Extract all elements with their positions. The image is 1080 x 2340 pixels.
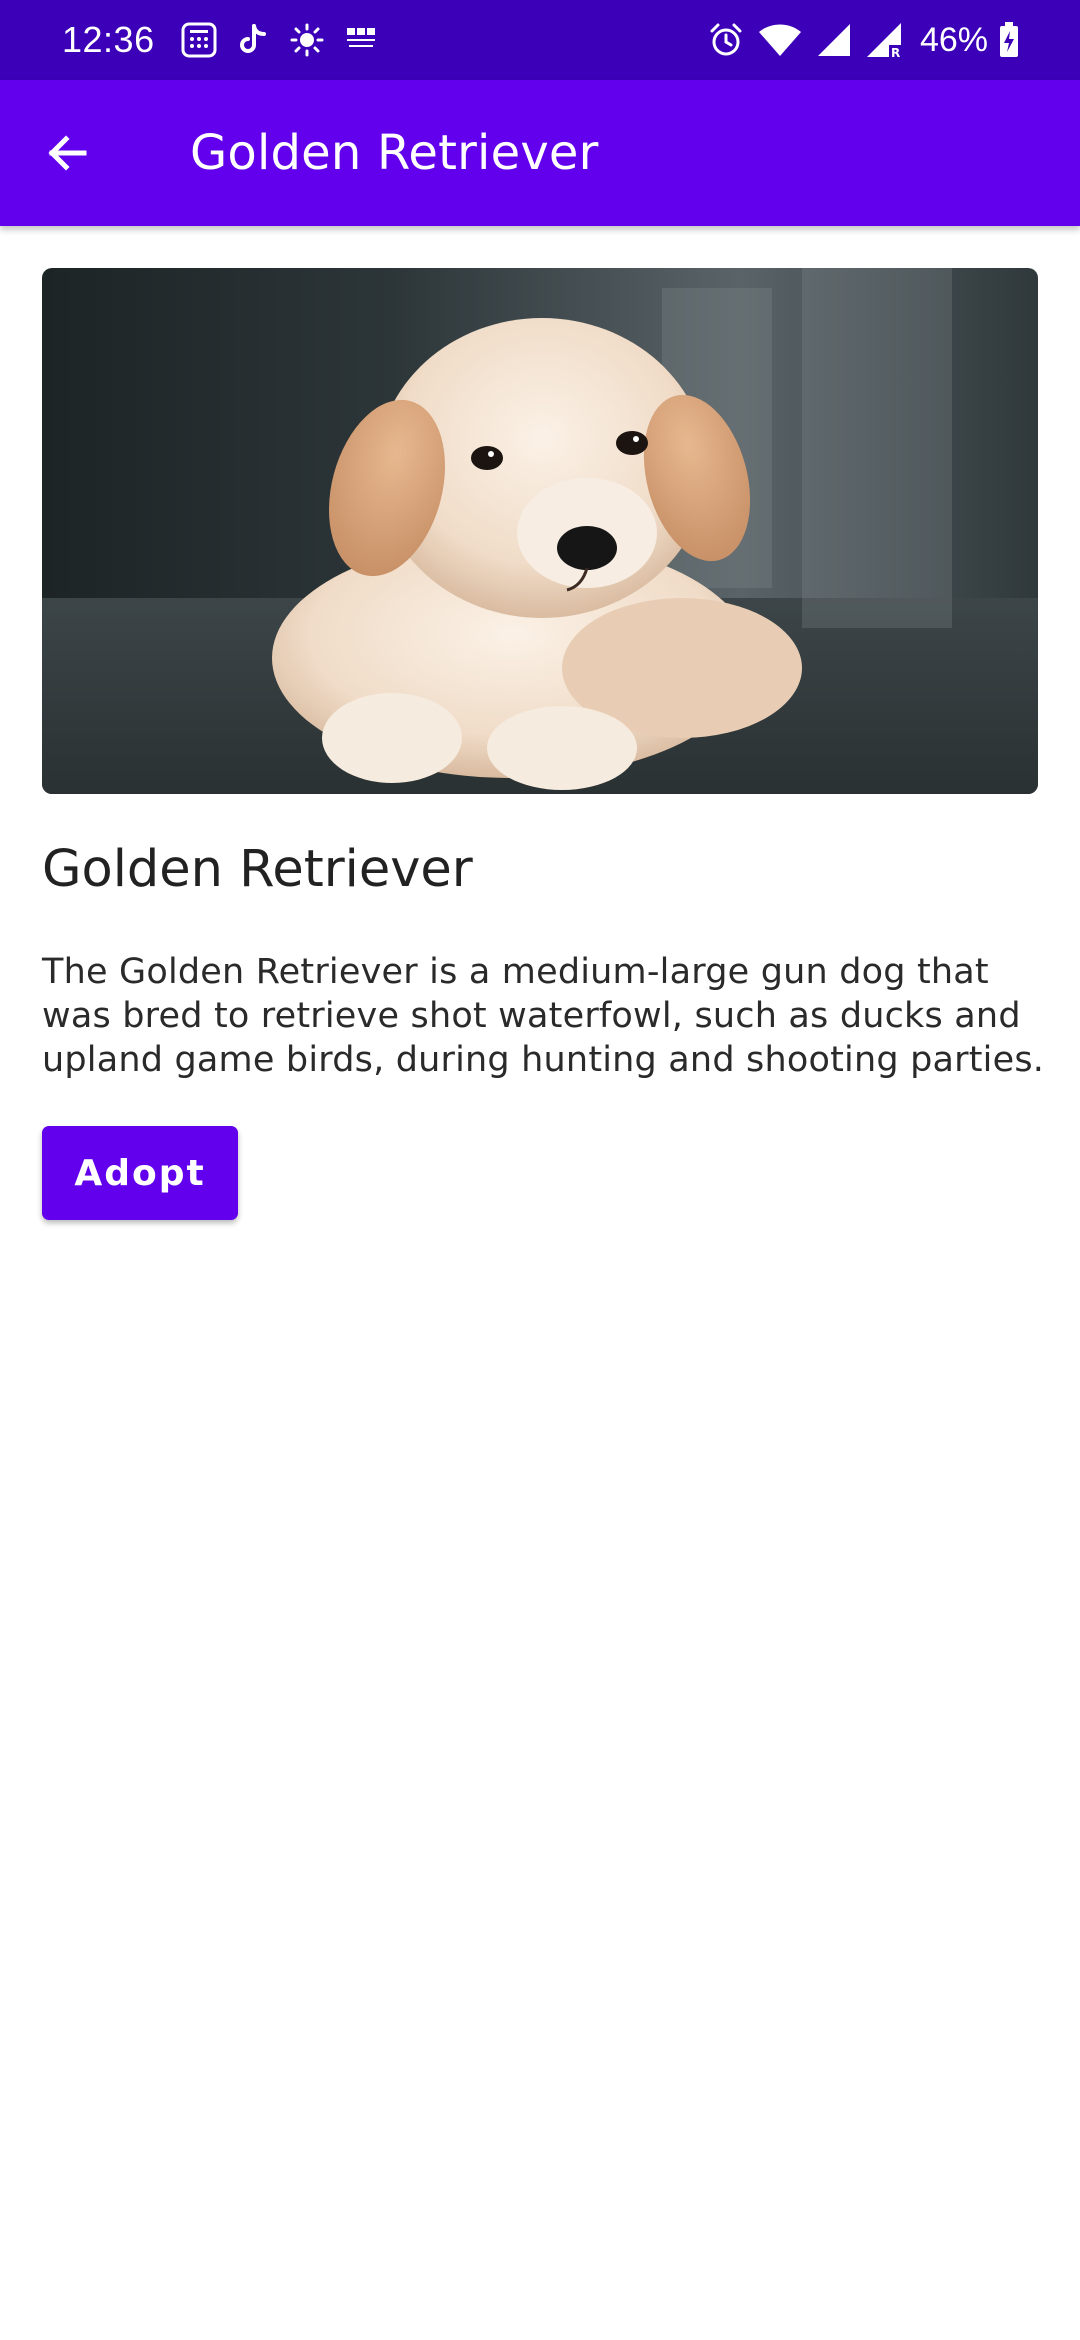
top-app-bar: Golden Retriever [0, 80, 1080, 226]
back-button[interactable] [34, 119, 102, 187]
battery-charging-icon [996, 20, 1022, 60]
app-bar-title: Golden Retriever [190, 125, 599, 181]
status-bar: 12:36 R 46% [0, 0, 1080, 80]
breed-description: The Golden Retriever is a medium-large g… [42, 952, 1045, 1080]
dog-photo [42, 268, 1038, 794]
brightness-icon [287, 20, 327, 60]
tiktok-icon [233, 20, 273, 60]
arrow-back-icon [48, 135, 87, 171]
breed-title: Golden Retriever [42, 840, 473, 899]
status-time: 12:36 [62, 19, 155, 60]
adopt-button[interactable]: Adopt [42, 1126, 238, 1220]
wifi-icon [756, 20, 804, 60]
status-right-group: R 46% [706, 0, 1032, 80]
svg-text:R: R [891, 46, 900, 59]
battery-percent: 46% [919, 20, 988, 59]
status-left-group: 12:36 [0, 19, 395, 61]
cell-signal-roaming-icon: R [864, 20, 904, 60]
cell-signal-icon [814, 20, 854, 60]
calculator-icon [179, 20, 219, 60]
alarm-icon [706, 20, 746, 60]
bbc-learning-english-icon [341, 20, 381, 60]
